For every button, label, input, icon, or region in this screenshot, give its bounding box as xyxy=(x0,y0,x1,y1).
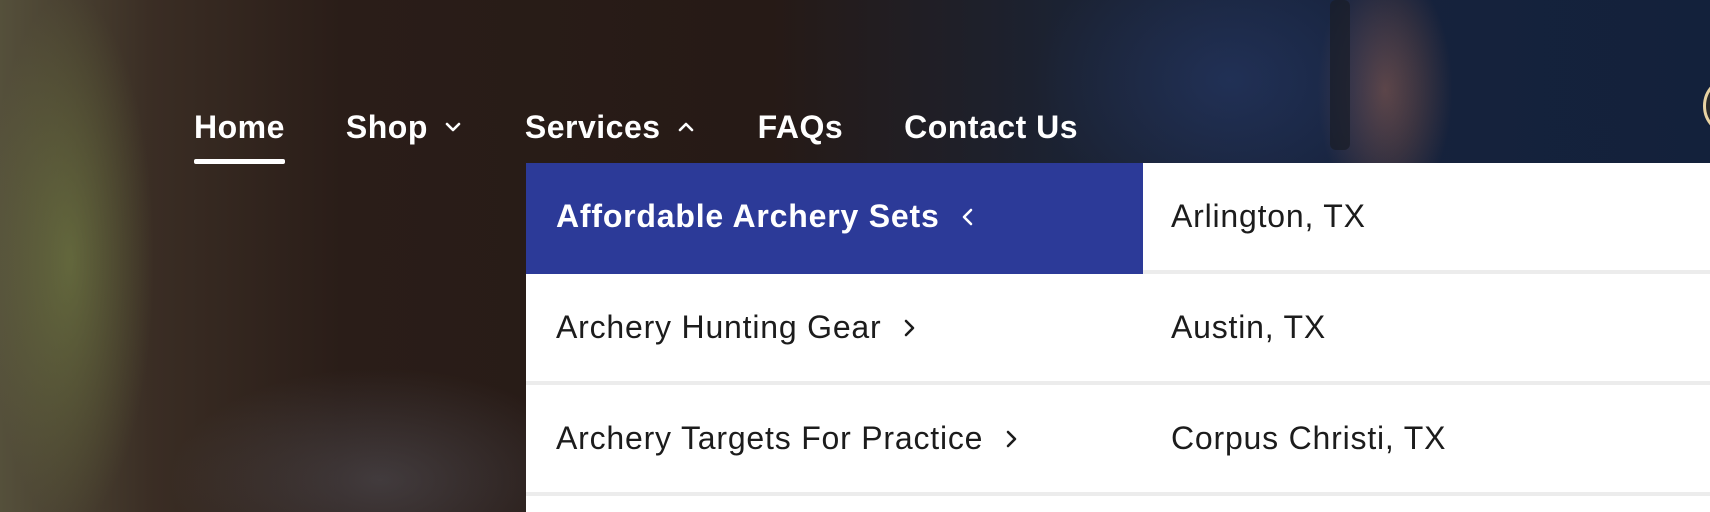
nav-services-label: Services xyxy=(524,108,661,145)
chevron-right-icon xyxy=(1003,428,1021,450)
menu-item-archery-hunting-gear[interactable]: Archery Hunting Gear xyxy=(526,274,1143,385)
menu-item-label: Archery Hunting Gear xyxy=(556,309,882,345)
nav-faqs[interactable]: FAQs xyxy=(758,100,844,154)
menu-item-affordable-archery-sets[interactable]: Affordable Archery Sets xyxy=(526,163,1143,274)
nav-shop-label: Shop xyxy=(345,108,428,145)
menu-item-archery-targets-for-practice[interactable]: Archery Targets For Practice xyxy=(526,385,1143,496)
location-label: Austin, TX xyxy=(1171,309,1327,345)
nav-shop[interactable]: Shop xyxy=(346,100,464,154)
chevron-down-icon[interactable] xyxy=(442,116,464,138)
service-category-list: Affordable Archery Sets Archery Hunting … xyxy=(526,163,1143,512)
location-label: Arlington, TX xyxy=(1171,198,1366,234)
location-label: Corpus Christi, TX xyxy=(1171,420,1447,456)
menu-item-label: Affordable Archery Sets xyxy=(556,198,940,234)
location-item-arlington[interactable]: Arlington, TX xyxy=(1143,163,1710,274)
nav-services[interactable]: Services xyxy=(525,100,697,154)
nav-faqs-label: FAQs xyxy=(757,108,844,145)
chevron-right-icon xyxy=(901,317,919,339)
chevron-left-icon xyxy=(960,206,978,228)
location-list: Arlington, TX Austin, TX Corpus Christi,… xyxy=(1143,163,1710,512)
nav-contact-us-label: Contact Us xyxy=(904,108,1079,145)
main-nav: Home Shop Services FAQs Contact Us xyxy=(194,100,1078,164)
hero-image-detail xyxy=(1330,0,1350,150)
location-item-corpus-christi[interactable]: Corpus Christi, TX xyxy=(1143,385,1710,496)
services-dropdown: Affordable Archery Sets Archery Hunting … xyxy=(526,163,1710,512)
location-item-austin[interactable]: Austin, TX xyxy=(1143,274,1710,385)
nav-contact-us[interactable]: Contact Us xyxy=(904,100,1078,154)
nav-home-label: Home xyxy=(194,108,285,145)
nav-home[interactable]: Home xyxy=(194,100,285,164)
menu-item-label: Archery Targets For Practice xyxy=(556,420,984,456)
chevron-up-icon[interactable] xyxy=(675,116,697,138)
